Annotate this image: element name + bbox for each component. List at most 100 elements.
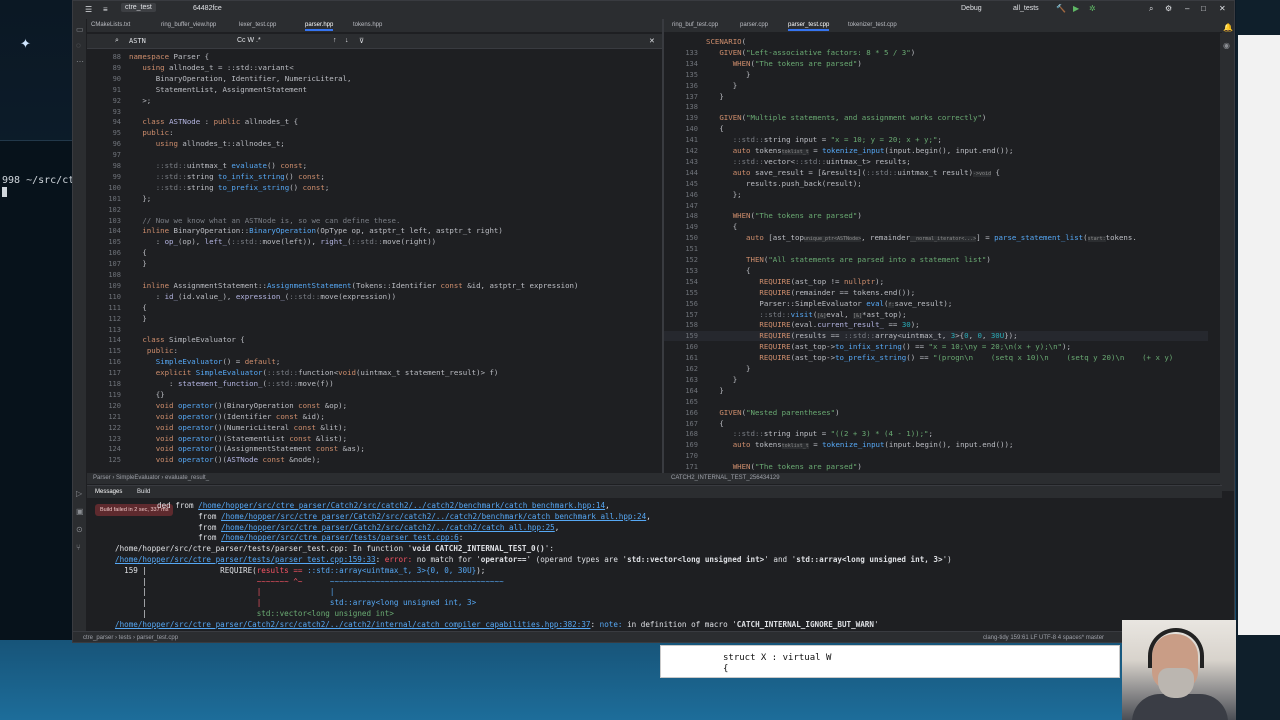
code-line[interactable]: SCENARIO( <box>706 37 746 47</box>
hamburger-icon[interactable]: ≡ <box>103 5 108 14</box>
code-line[interactable]: ::std::vector<::std::uintmax_t> results; <box>706 157 911 167</box>
line-number[interactable]: 123 <box>87 435 121 443</box>
line-number[interactable]: 120 <box>87 402 121 410</box>
code-line[interactable]: } <box>706 364 750 374</box>
code-line[interactable]: results.push_back(result); <box>706 179 862 189</box>
structure-icon[interactable]: ⋯ <box>76 57 84 66</box>
line-number[interactable]: 162 <box>664 365 698 373</box>
build-output-line[interactable]: | | | <box>115 587 334 596</box>
code-line[interactable]: explicit SimpleEvaluator(::std::function… <box>129 368 499 378</box>
build-output-line[interactable]: | | std::array<long unsigned int, 3> <box>115 598 476 607</box>
build-output-line[interactable]: | ~~~~~~~ ^~ ~~~~~~~~~~~~~~~~~~~~~~~~~~~… <box>115 577 503 586</box>
tab-ring-buffer-view[interactable]: ring_buffer_view.hpp <box>161 22 216 28</box>
code-line[interactable]: THEN("All statements are parsed into a s… <box>706 255 991 265</box>
project-widget[interactable]: ctre_test <box>121 3 156 12</box>
build-output-line[interactable]: from /home/hopper/src/ctre_parser/tests/… <box>157 533 463 542</box>
code-line[interactable]: auto tokenstoklist_t = tokenize_input(in… <box>706 146 1013 157</box>
code-line[interactable]: >; <box>129 96 151 106</box>
terminal-icon[interactable]: ▣ <box>76 507 84 516</box>
code-line[interactable]: using allnodes_t::allnodes_t; <box>129 139 285 149</box>
line-number[interactable]: 143 <box>664 158 698 166</box>
code-line[interactable]: REQUIRE(eval.current_result_ == 30); <box>706 320 919 330</box>
line-number[interactable]: 108 <box>87 271 121 279</box>
debug-icon[interactable]: ✲ <box>1089 4 1096 13</box>
line-number[interactable]: 141 <box>664 136 698 144</box>
search-input[interactable]: ASTN <box>129 37 146 45</box>
code-line[interactable]: auto tokenstoklist_t = tokenize_input(in… <box>706 440 1013 451</box>
line-number[interactable]: 154 <box>664 278 698 286</box>
line-number[interactable]: 111 <box>87 304 121 312</box>
line-number[interactable]: 161 <box>664 354 698 362</box>
run-tool-icon[interactable]: ▷ <box>76 489 82 498</box>
code-line[interactable]: ::std::string to_prefix_string() const; <box>129 183 330 193</box>
build-output-line[interactable]: 159 | REQUIRE(results == ::std::array<ui… <box>115 566 485 575</box>
code-line[interactable]: } <box>706 92 723 102</box>
line-number[interactable]: 140 <box>664 125 698 133</box>
code-line[interactable]: : op_(op), left_(::std::move(left)), rig… <box>129 237 436 247</box>
code-line[interactable]: WHEN("The tokens are parsed") <box>706 211 862 221</box>
line-number[interactable]: 168 <box>664 430 698 438</box>
tab-build[interactable]: Build <box>137 489 150 495</box>
app-menu-icon[interactable]: ☰ <box>85 5 92 14</box>
build-output-line[interactable]: ded from /home/hopper/src/ctre_parser/Ca… <box>157 501 610 510</box>
line-number[interactable]: 112 <box>87 315 121 323</box>
line-number[interactable]: 151 <box>664 245 698 253</box>
code-line[interactable]: ::std::visit([&]eval, [&]*ast_top); <box>706 310 907 321</box>
line-number[interactable]: 150 <box>664 234 698 242</box>
line-number[interactable]: 113 <box>87 326 121 334</box>
code-line[interactable]: class ASTNode : public allnodes_t { <box>129 117 298 127</box>
tab-cmakelists[interactable]: CMakeLists.txt <box>91 22 130 28</box>
prev-match-icon[interactable]: ↑ <box>333 37 337 44</box>
line-number[interactable]: 159 <box>664 332 698 340</box>
build-output-line[interactable]: /home/hopper/src/ctre_parser/tests/parse… <box>115 555 952 564</box>
line-number[interactable]: 149 <box>664 223 698 231</box>
code-line[interactable]: namespace Parser { <box>129 52 209 62</box>
line-number[interactable]: 95 <box>87 129 121 137</box>
search-options[interactable]: Cc W .* <box>237 37 261 44</box>
code-line[interactable]: void operator()(AssignmentStatement cons… <box>129 444 365 454</box>
line-number[interactable]: 94 <box>87 118 121 126</box>
code-line[interactable]: GIVEN("Multiple statements, and assignme… <box>706 113 986 123</box>
ide-window[interactable]: ☰ ≡ ctre_test 64482fce Debug all_tests 🔨… <box>72 0 1235 643</box>
build-icon[interactable]: 🔨 <box>1056 4 1066 13</box>
code-line[interactable]: BinaryOperation, Identifier, NumericLite… <box>129 74 352 84</box>
right-editor[interactable]: SCENARIO(133 GIVEN("Left-associative fac… <box>664 34 1208 472</box>
line-number[interactable]: 153 <box>664 267 698 275</box>
line-number[interactable]: 107 <box>87 260 121 268</box>
code-line[interactable]: // Now we know what an ASTNode is, so we… <box>129 216 400 226</box>
line-number[interactable]: 135 <box>664 71 698 79</box>
left-breadcrumb[interactable]: Parser › SimpleEvaluator › evaluate_resu… <box>93 475 209 481</box>
code-line[interactable]: { <box>706 124 723 134</box>
line-number[interactable]: 119 <box>87 391 121 399</box>
line-number[interactable]: 88 <box>87 53 121 61</box>
code-line[interactable]: } <box>706 386 723 396</box>
code-line[interactable]: inline AssignmentStatement::AssignmentSt… <box>129 281 578 291</box>
line-number[interactable]: 114 <box>87 336 121 344</box>
code-line[interactable]: GIVEN("Left-associative factors: 8 * 5 /… <box>706 48 915 58</box>
code-line[interactable]: } <box>129 259 146 269</box>
code-line[interactable]: void operator()(NumericLiteral const &li… <box>129 423 347 433</box>
line-number[interactable]: 137 <box>664 93 698 101</box>
build-output-line[interactable]: | std::vector<long unsigned int> <box>115 609 393 618</box>
code-line[interactable]: GIVEN("Nested parentheses") <box>706 408 839 418</box>
right-breadcrumb[interactable]: CATCH2_INTERNAL_TEST_256434129 <box>671 475 780 481</box>
line-number[interactable]: 117 <box>87 369 121 377</box>
code-line[interactable]: ::std::string input = "((2 + 3) * (4 - 1… <box>706 429 933 439</box>
code-line[interactable]: using allnodes_t = ::std::variant< <box>129 63 293 73</box>
code-line[interactable]: ::std::string input = "x = 10; y = 20; x… <box>706 135 942 145</box>
code-line[interactable]: REQUIRE(ast_top->to_prefix_string() == "… <box>706 353 1173 363</box>
left-editor[interactable]: 88 namespace Parser {89 using allnodes_t … <box>87 49 662 472</box>
code-line[interactable]: } <box>706 70 750 80</box>
line-number[interactable]: 136 <box>664 82 698 90</box>
line-number[interactable]: 93 <box>87 108 121 116</box>
line-number[interactable]: 145 <box>664 180 698 188</box>
problems-icon[interactable]: ⊙ <box>76 525 83 534</box>
tab-lexer-test[interactable]: lexer_test.cpp <box>239 22 276 28</box>
line-number[interactable]: 116 <box>87 358 121 366</box>
code-line[interactable]: void operator()(BinaryOperation const &o… <box>129 401 347 411</box>
code-line[interactable]: WHEN("The tokens are parsed") <box>706 59 862 69</box>
code-line[interactable]: REQUIRE(remainder == tokens.end()); <box>706 288 915 298</box>
line-number[interactable]: 115 <box>87 347 121 355</box>
terminal-window[interactable]: 998 ~/src/ct <box>0 140 74 640</box>
line-number[interactable]: 101 <box>87 195 121 203</box>
